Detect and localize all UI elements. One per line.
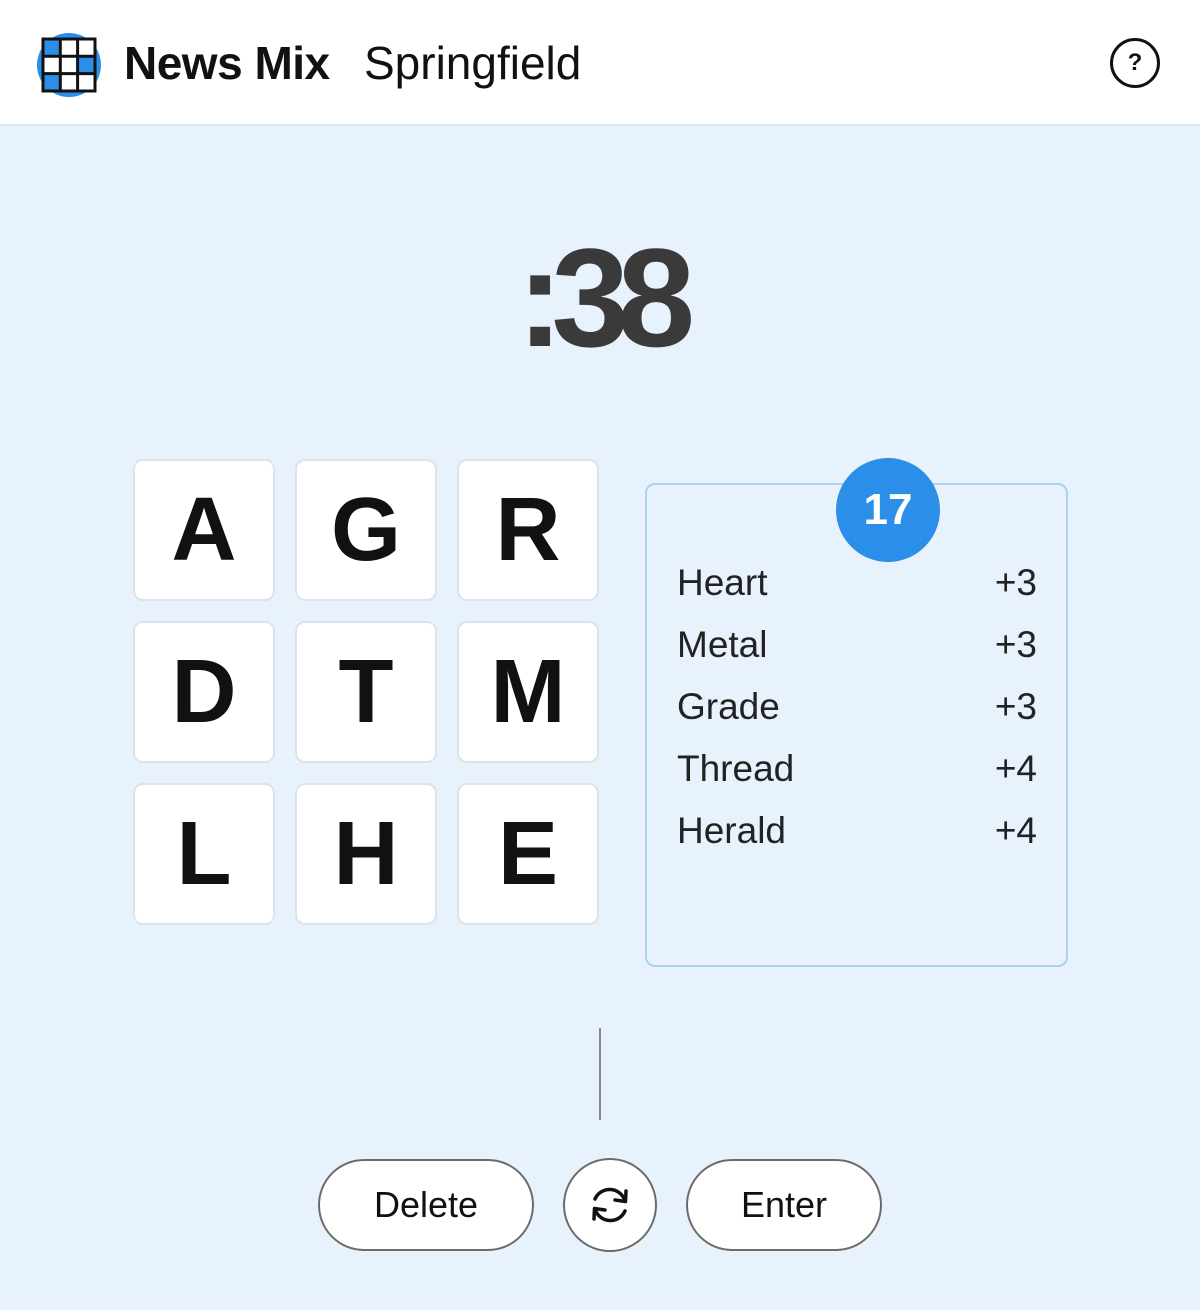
countdown-timer: :38 [516,219,695,376]
found-word-row: Grade +3 [677,684,1037,746]
shuffle-button[interactable] [563,1158,657,1252]
letter-tile[interactable]: E [457,783,599,925]
letter-tile[interactable]: T [295,621,437,763]
found-word-row: Heart +3 [677,560,1037,622]
found-word: Metal [677,624,768,665]
city-name: Springfield [364,37,582,89]
found-word: Herald [677,810,786,851]
delete-button[interactable]: Delete [318,1159,534,1251]
letter-tile[interactable]: H [295,783,437,925]
app-title: News Mix [124,37,330,89]
help-button[interactable]: ? [1110,38,1160,88]
letter-tile[interactable]: A [133,459,275,601]
shuffle-icon [592,1187,628,1223]
score-badge: 17 [836,458,940,562]
found-word: Grade [677,686,780,727]
word-points: +3 [994,686,1037,727]
grid-logo-icon [37,33,101,97]
found-word: Thread [677,748,795,789]
letter-tile[interactable]: M [457,621,599,763]
found-word-row: Thread +4 [677,746,1037,808]
letter-tile[interactable]: G [295,459,437,601]
app-header: News Mix Springfield ? [0,0,1200,126]
text-cursor [599,1028,601,1120]
word-points: +3 [994,562,1037,603]
word-points: +3 [994,624,1037,665]
word-points: +4 [994,748,1037,789]
letter-tile[interactable]: D [133,621,275,763]
question-icon: ? [1127,49,1143,76]
letter-tile[interactable]: L [133,783,275,925]
enter-button[interactable]: Enter [686,1159,882,1251]
word-points: +4 [994,810,1037,851]
letter-tile[interactable]: R [457,459,599,601]
letter-grid: A G R D T M L H E [133,459,601,927]
found-word-row: Metal +3 [677,622,1037,684]
found-words-list: Heart +3 Metal +3 Grade +3 Thread +4 Her… [677,560,1037,870]
found-word: Heart [677,562,768,603]
found-word-row: Herald +4 [677,808,1037,870]
